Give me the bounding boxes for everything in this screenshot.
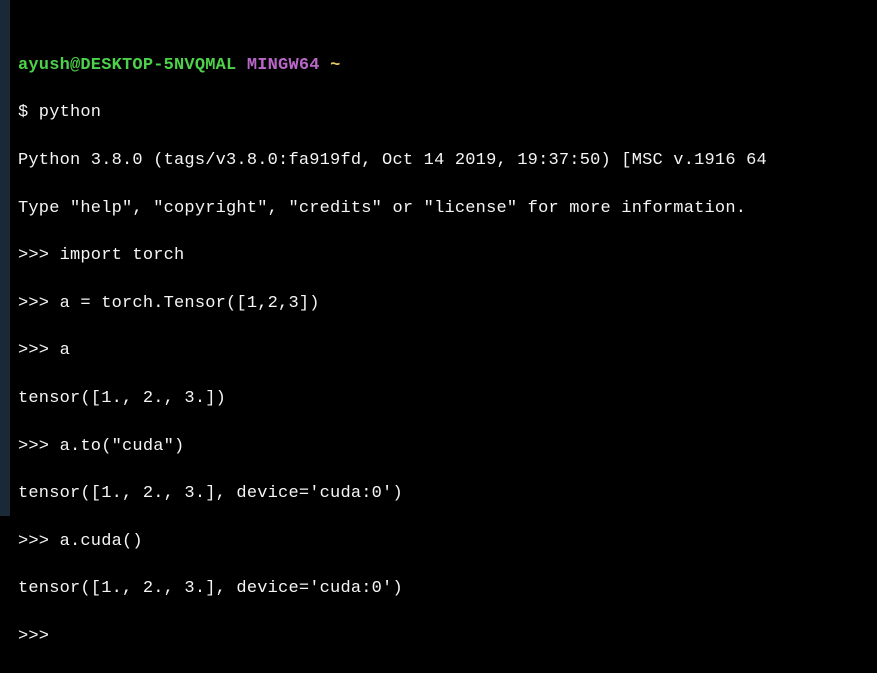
shell-command: $ python: [18, 101, 877, 125]
terminal-output[interactable]: ayush@DESKTOP-5NVQMAL MINGW64 ~ $ python…: [0, 0, 877, 673]
python-version-line: Python 3.8.0 (tags/v3.8.0:fa919fd, Oct 1…: [18, 149, 877, 173]
repl-output: tensor([1., 2., 3.]): [18, 387, 877, 411]
repl-input: >>> a.cuda(): [18, 530, 877, 554]
prompt-path: ~: [330, 56, 340, 75]
prompt-user-host: ayush@DESKTOP-5NVQMAL: [18, 56, 236, 75]
repl-input: >>> a.to("cuda"): [18, 435, 877, 459]
repl-output: tensor([1., 2., 3.], device='cuda:0'): [18, 577, 877, 601]
repl-output: tensor([1., 2., 3.], device='cuda:0'): [18, 482, 877, 506]
repl-prompt: >>>: [18, 625, 877, 649]
repl-input: >>> a = torch.Tensor([1,2,3]): [18, 292, 877, 316]
python-help-line: Type "help", "copyright", "credits" or "…: [18, 197, 877, 221]
window-left-edge: [0, 0, 10, 516]
prompt-line: ayush@DESKTOP-5NVQMAL MINGW64 ~: [18, 54, 877, 78]
repl-input: >>> import torch: [18, 244, 877, 268]
repl-input: >>> a: [18, 339, 877, 363]
prompt-env: MINGW64: [247, 56, 320, 75]
